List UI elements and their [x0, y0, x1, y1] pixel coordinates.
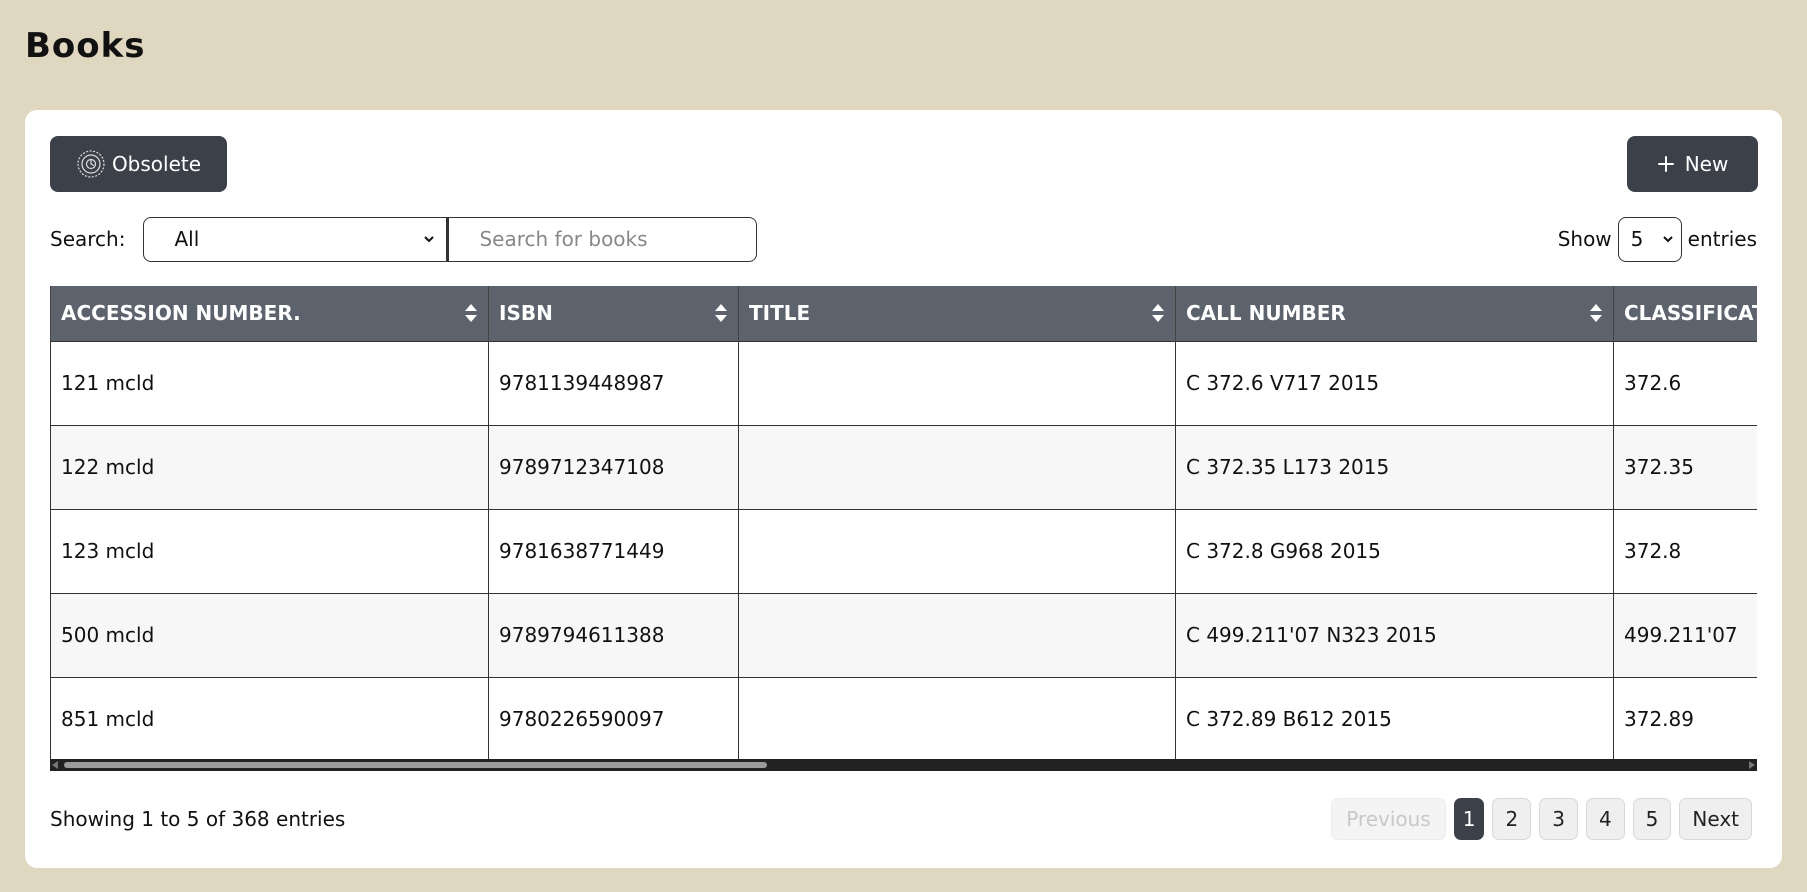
sort-icon[interactable] [1589, 303, 1603, 323]
cell-call-number: C 372.89 B612 2015 [1175, 676, 1614, 762]
page-5-button[interactable]: 5 [1632, 798, 1672, 840]
sort-icon[interactable] [714, 303, 728, 323]
table-info: Showing 1 to 5 of 368 entries [50, 807, 346, 831]
books-table-container: ACCESSION NUMBER. ISBN TITLE CALL NUMBER… [50, 286, 1757, 784]
table-row[interactable]: 123 mcld 9781638771449 C 372.8 G968 2015… [50, 508, 1757, 593]
cell-isbn: 9780226590097 [488, 676, 739, 762]
table-row[interactable]: 851 mcld 9780226590097 C 372.89 B612 201… [50, 676, 1757, 762]
plus-icon [1657, 155, 1675, 173]
entries-length-control: Show 5 entries [1558, 216, 1757, 262]
chevron-down-icon [422, 232, 436, 246]
search-bar: Search: All [50, 216, 758, 262]
cell-classification: 372.35 [1613, 424, 1757, 509]
horizontal-scrollbar[interactable] [50, 759, 1757, 771]
cell-title [738, 424, 1176, 509]
page-1-button[interactable]: 1 [1453, 798, 1485, 840]
cell-isbn: 9789712347108 [488, 424, 739, 509]
cell-classification: 499.211'07 [1613, 592, 1757, 677]
cell-accession: 851 mcld [50, 676, 489, 762]
entries-value: 5 [1630, 227, 1644, 251]
cell-call-number: C 372.8 G968 2015 [1175, 508, 1614, 593]
page-4-button[interactable]: 4 [1585, 798, 1625, 840]
column-header-isbn[interactable]: ISBN [488, 286, 739, 341]
search-field-select[interactable]: All [143, 216, 448, 262]
search-input[interactable] [447, 216, 758, 262]
search-field-value: All [174, 227, 200, 251]
books-table: ACCESSION NUMBER. ISBN TITLE CALL NUMBER… [50, 286, 1757, 762]
cell-call-number: C 499.211'07 N323 2015 [1175, 592, 1614, 677]
cell-isbn: 9781638771449 [488, 508, 739, 593]
obsolete-icon [76, 149, 106, 179]
sort-icon[interactable] [1151, 303, 1165, 323]
cell-call-number: C 372.6 V717 2015 [1175, 340, 1614, 425]
obsolete-label: Obsolete [111, 152, 202, 176]
page-2-button[interactable]: 2 [1492, 798, 1532, 840]
page-3-button[interactable]: 3 [1539, 798, 1578, 840]
obsolete-button[interactable]: Obsolete [50, 136, 227, 192]
column-header-title[interactable]: TITLE [738, 286, 1176, 341]
sort-icon[interactable] [464, 303, 478, 323]
column-header-accession[interactable]: ACCESSION NUMBER. [50, 286, 489, 341]
cell-isbn: 9789794611388 [488, 592, 739, 677]
column-header-call-number[interactable]: CALL NUMBER [1175, 286, 1614, 341]
cell-title [738, 340, 1176, 425]
page-title: Books [25, 26, 146, 66]
cell-classification: 372.6 [1613, 340, 1757, 425]
table-row[interactable]: 122 mcld 9789712347108 C 372.35 L173 201… [50, 424, 1757, 509]
show-label: Show [1557, 227, 1612, 251]
chevron-down-icon [1661, 232, 1675, 246]
books-card: Obsolete New Search: All Show 5 entries [25, 110, 1782, 868]
column-header-classification[interactable]: CLASSIFICATION [1613, 286, 1757, 341]
new-button[interactable]: New [1627, 136, 1758, 192]
previous-button[interactable]: Previous [1331, 798, 1446, 840]
scroll-left-icon[interactable] [52, 761, 58, 769]
cell-title [738, 592, 1176, 677]
cell-accession: 121 mcld [50, 340, 489, 425]
table-header-row: ACCESSION NUMBER. ISBN TITLE CALL NUMBER… [50, 286, 1757, 341]
cell-title [738, 508, 1176, 593]
search-label: Search: [50, 227, 126, 251]
new-label: New [1684, 152, 1729, 176]
table-row[interactable]: 121 mcld 9781139448987 C 372.6 V717 2015… [50, 340, 1757, 425]
entries-select[interactable]: 5 [1617, 216, 1682, 262]
cell-title [738, 676, 1176, 762]
entries-label: entries [1687, 227, 1757, 251]
table-row[interactable]: 500 mcld 9789794611388 C 499.211'07 N323… [50, 592, 1757, 677]
scroll-right-icon[interactable] [1749, 761, 1755, 769]
cell-accession: 500 mcld [50, 592, 489, 677]
pagination: Previous 1 2 3 4 5 Next [1331, 798, 1752, 840]
cell-accession: 123 mcld [50, 508, 489, 593]
cell-accession: 122 mcld [50, 424, 489, 509]
cell-call-number: C 372.35 L173 2015 [1175, 424, 1614, 509]
cell-isbn: 9781139448987 [488, 340, 739, 425]
scrollbar-thumb[interactable] [64, 762, 767, 768]
cell-classification: 372.8 [1613, 508, 1757, 593]
next-button[interactable]: Next [1679, 798, 1752, 840]
cell-classification: 372.89 [1613, 676, 1757, 762]
